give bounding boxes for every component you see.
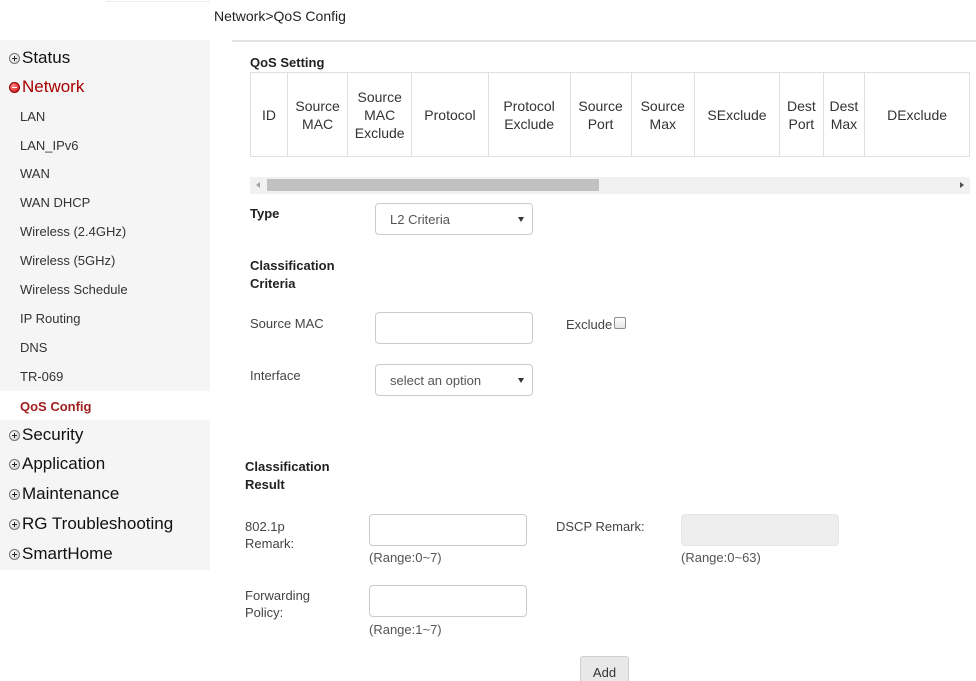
expand-plus-icon bbox=[9, 429, 20, 441]
add-button[interactable]: Add bbox=[580, 656, 629, 681]
column-header-protocol: Protocol bbox=[411, 72, 489, 157]
breadcrumb: Network>QoS Config bbox=[214, 8, 346, 24]
table-horizontal-scrollbar[interactable] bbox=[250, 177, 970, 194]
expand-plus-icon bbox=[9, 518, 20, 530]
sidebar-group-security[interactable]: Security bbox=[9, 423, 83, 447]
interface-select[interactable]: select an option bbox=[375, 364, 533, 396]
type-select[interactable]: L2 Criteria bbox=[375, 203, 533, 235]
scroll-right-arrow-icon[interactable] bbox=[960, 182, 964, 188]
sidebar-group-label: Status bbox=[22, 48, 71, 67]
type-select-value: L2 Criteria bbox=[390, 211, 450, 227]
sidebar-item-wireless-5ghz[interactable]: Wireless (5GHz) bbox=[20, 250, 115, 270]
qos-setting-title: QoS Setting bbox=[250, 55, 325, 70]
remark-8021p-input[interactable] bbox=[369, 514, 527, 546]
scroll-left-arrow-icon[interactable] bbox=[256, 182, 260, 188]
forwarding-policy-label: Forwarding Policy: bbox=[245, 588, 311, 620]
dscp-remark-label: DSCP Remark: bbox=[556, 519, 645, 534]
column-header-dexclude: DExclude bbox=[864, 72, 970, 157]
forwarding-policy-range-hint: (Range:1~7) bbox=[369, 622, 442, 637]
sidebar-group-label: RG Troubleshooting bbox=[22, 514, 174, 533]
classification-criteria-title: Classification Criteria bbox=[250, 258, 335, 291]
sidebar-item-ip-routing[interactable]: IP Routing bbox=[20, 308, 80, 328]
source-mac-input[interactable] bbox=[375, 312, 533, 344]
interface-select-value: select an option bbox=[390, 372, 482, 388]
top-divider-left bbox=[106, 1, 210, 2]
column-header-sexclude: SExclude bbox=[693, 72, 781, 157]
sidebar-item-lan[interactable]: LAN bbox=[20, 106, 45, 126]
column-header-protocol-exclude: Protocol Exclude bbox=[487, 72, 571, 157]
dscp-remark-input bbox=[681, 514, 839, 546]
expand-plus-icon bbox=[9, 52, 20, 64]
column-header-source-port: Source Port bbox=[569, 72, 632, 157]
sidebar-item-qos-config[interactable]: QoS Config bbox=[20, 396, 92, 416]
sidebar-item-wireless-24ghz[interactable]: Wireless (2.4GHz) bbox=[20, 221, 126, 241]
qos-rules-table: ID Source MAC Source MAC Exclude Protoco… bbox=[250, 72, 970, 157]
qos-config-page: Network>QoS Config Status Network LAN LA… bbox=[0, 0, 976, 681]
sidebar-group-label: Maintenance bbox=[22, 484, 120, 503]
remark-8021p-range-hint: (Range:0~7) bbox=[369, 550, 442, 565]
sidebar-group-rg-troubleshooting[interactable]: RG Troubleshooting bbox=[9, 512, 173, 536]
sidebar-group-maintenance[interactable]: Maintenance bbox=[9, 482, 119, 506]
column-header-dest-max: Dest Max bbox=[822, 72, 866, 157]
type-label: Type bbox=[250, 206, 280, 221]
column-header-source-mac-exclude: Source MAC Exclude bbox=[347, 72, 413, 157]
sidebar-group-label: Security bbox=[22, 425, 84, 444]
sidebar-item-wan[interactable]: WAN bbox=[20, 163, 50, 183]
column-header-source-mac: Source MAC bbox=[287, 72, 349, 157]
sidebar-item-wireless-schedule[interactable]: Wireless Schedule bbox=[20, 279, 128, 299]
sidebar-group-label: SmartHome bbox=[22, 544, 113, 563]
sidebar-group-status[interactable]: Status bbox=[9, 46, 70, 70]
column-header-source-max: Source Max bbox=[630, 72, 695, 157]
table-header-row: ID Source MAC Source MAC Exclude Protoco… bbox=[250, 72, 970, 157]
expand-plus-icon bbox=[9, 458, 20, 470]
dropdown-caret-icon bbox=[518, 378, 524, 383]
exclude-checkbox[interactable] bbox=[614, 317, 626, 329]
sidebar: Status Network LAN LAN_IPv6 WAN WAN DHCP… bbox=[0, 40, 210, 570]
sidebar-group-application[interactable]: Application bbox=[9, 452, 105, 476]
sidebar-item-tr069[interactable]: TR-069 bbox=[20, 366, 63, 386]
column-header-dest-port: Dest Port bbox=[779, 72, 824, 157]
remark-8021p-label: 802.1p Remark: bbox=[245, 519, 295, 551]
sidebar-item-dns[interactable]: DNS bbox=[20, 337, 47, 357]
column-header-id: ID bbox=[250, 72, 289, 157]
collapse-minus-icon bbox=[9, 81, 20, 93]
sidebar-group-label: Application bbox=[22, 454, 106, 473]
sidebar-item-wan-dhcp[interactable]: WAN DHCP bbox=[20, 192, 90, 212]
dscp-remark-range-hint: (Range:0~63) bbox=[681, 550, 761, 565]
expand-plus-icon bbox=[9, 488, 20, 500]
classification-result-title: Classification Result bbox=[245, 459, 330, 492]
exclude-label: Exclude bbox=[566, 317, 613, 332]
sidebar-group-smarthome[interactable]: SmartHome bbox=[9, 542, 113, 566]
sidebar-group-network[interactable]: Network bbox=[9, 75, 84, 99]
header-divider bbox=[232, 40, 976, 42]
forwarding-policy-input[interactable] bbox=[369, 585, 527, 617]
interface-label: Interface bbox=[250, 368, 301, 383]
expand-plus-icon bbox=[9, 548, 20, 560]
dropdown-caret-icon bbox=[518, 217, 524, 222]
sidebar-item-lan-ipv6[interactable]: LAN_IPv6 bbox=[20, 135, 79, 155]
scrollbar-thumb[interactable] bbox=[267, 179, 599, 191]
sidebar-group-label: Network bbox=[22, 77, 85, 96]
source-mac-label: Source MAC bbox=[250, 316, 324, 331]
